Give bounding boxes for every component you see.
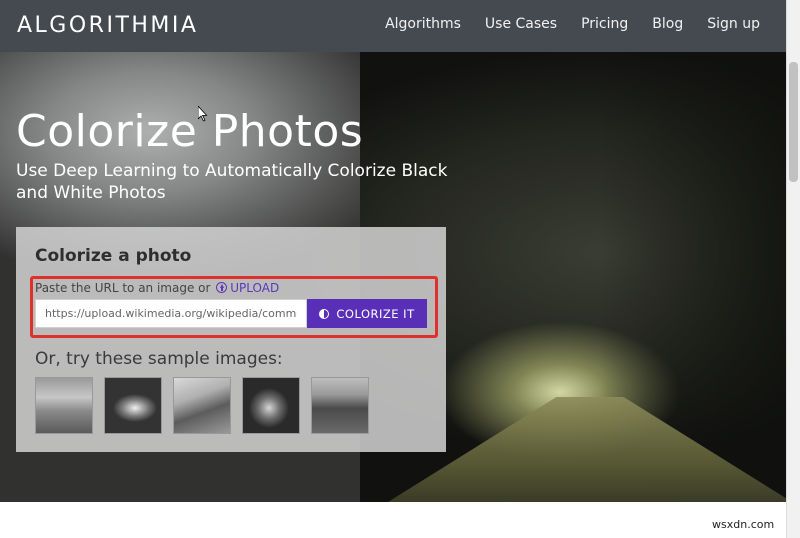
nav-link-sign-up[interactable]: Sign up <box>707 16 760 32</box>
upload-circle-icon[interactable] <box>216 282 228 293</box>
watermark: wsxdn.com <box>712 518 775 531</box>
url-label-text: Paste the URL to an image or <box>35 281 211 295</box>
hero-title: Colorize Photos <box>16 106 364 157</box>
sample-image-mountain[interactable] <box>173 377 231 434</box>
scrollbar-thumb[interactable] <box>789 62 798 182</box>
colorize-card: Colorize a photo Paste the URL to an ima… <box>16 227 446 452</box>
image-url-input[interactable] <box>35 299 307 328</box>
url-label: Paste the URL to an image or UPLOAD <box>35 281 279 295</box>
nav-links: Algorithms Use Cases Pricing Blog Sign u… <box>361 16 760 32</box>
hero-subtitle: Use Deep Learning to Automatically Color… <box>16 161 448 203</box>
half-circle-icon <box>319 308 330 319</box>
page-scrollbar[interactable] <box>786 0 800 538</box>
sample-image-people[interactable] <box>242 377 300 434</box>
sample-image-beach[interactable] <box>35 377 93 434</box>
colorize-it-button[interactable]: COLORIZE IT <box>307 299 427 328</box>
nav-link-pricing[interactable]: Pricing <box>581 16 628 32</box>
algorithmia-logo[interactable]: ALGORITHMIA <box>17 13 198 38</box>
samples-label: Or, try these sample images: <box>35 349 283 369</box>
sample-image-race-car[interactable] <box>104 377 162 434</box>
sample-image-cows[interactable] <box>311 377 369 434</box>
nav-link-blog[interactable]: Blog <box>652 16 683 32</box>
nav-link-use-cases[interactable]: Use Cases <box>485 16 557 32</box>
top-navigation-bar: ALGORITHMIA Algorithms Use Cases Pricing… <box>0 0 786 52</box>
nav-link-algorithms[interactable]: Algorithms <box>385 16 461 32</box>
hero-section: Colorize Photos Use Deep Learning to Aut… <box>0 52 786 502</box>
sample-images <box>35 377 380 434</box>
card-title: Colorize a photo <box>35 246 192 266</box>
upload-link[interactable]: UPLOAD <box>230 281 279 295</box>
colorize-it-label: COLORIZE IT <box>336 306 415 321</box>
mouse-pointer-icon <box>198 106 208 122</box>
